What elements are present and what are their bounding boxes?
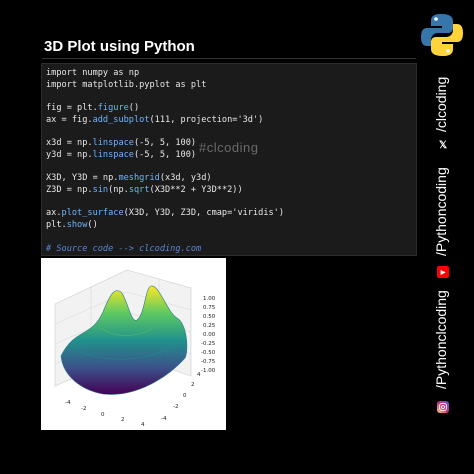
code-line: import matplotlib.pyplot as plt — [46, 79, 207, 90]
y-tick: -4 — [161, 416, 167, 422]
code-line: y3d = np.linspace(-5, 5, 100) — [46, 149, 197, 160]
code-line: X3D, Y3D = np.meshgrid(x3d, y3d) — [46, 173, 212, 184]
watermark: #clcoding — [199, 140, 259, 155]
z-tick: -0.75 — [201, 359, 216, 365]
x-tick: 4 — [141, 422, 145, 428]
z-tick: 0.50 — [203, 314, 216, 320]
page-title: 3D Plot using Python — [44, 38, 195, 55]
code-line: fig = plt.figure() — [46, 103, 140, 114]
z-tick: -1.00 — [201, 368, 216, 374]
y-tick: 4 — [197, 372, 201, 378]
code-comment: # Source code --> clcoding.com — [46, 243, 202, 254]
code-line: import numpy as np — [46, 68, 140, 78]
z-tick: 0.75 — [203, 305, 216, 311]
instagram-icon — [437, 401, 449, 413]
code-line: Z3D = np.sin(np.sqrt(X3D**2 + Y3D**2)) — [46, 185, 243, 196]
x-logo-icon: 𝕏 — [438, 139, 448, 151]
surface-plot-svg: 1.00 0.75 0.50 0.25 0.00 -0.25 -0.50 -0.… — [54, 269, 216, 428]
code-line: ax.plot_surface(X3D, Y3D, Z3D, cmap='vir… — [46, 208, 285, 219]
surface-plot-image: 1.00 0.75 0.50 0.25 0.00 -0.25 -0.50 -0.… — [41, 258, 226, 430]
x-handle: /clcoding — [433, 76, 449, 132]
code-block: import numpy as np import matplotlib.pyp… — [41, 63, 417, 256]
z-tick: 0.00 — [203, 332, 216, 338]
code-line: ax = fig.add_subplot(111, projection='3d… — [46, 114, 264, 125]
y-tick: -2 — [173, 404, 178, 410]
python-logo-icon — [421, 14, 463, 56]
z-tick: 1.00 — [203, 296, 216, 302]
youtube-icon: ▶ — [437, 266, 449, 278]
x-tick: -2 — [81, 406, 86, 412]
code-line: plt.show() — [46, 220, 98, 231]
code-line: x3d = np.linspace(-5, 5, 100) — [46, 138, 197, 149]
x-tick: 0 — [101, 412, 105, 418]
z-tick: -0.50 — [201, 350, 216, 356]
x-tick: 2 — [121, 417, 125, 423]
youtube-handle: /Pythoncoding — [433, 167, 449, 256]
z-tick: -0.25 — [201, 341, 216, 347]
x-tick: -4 — [65, 400, 71, 406]
z-tick: 0.25 — [203, 323, 216, 329]
y-tick: 0 — [183, 393, 187, 399]
code-text: import numpy as np import matplotlib.pyp… — [46, 68, 284, 255]
title-divider — [42, 58, 416, 59]
y-tick: 2 — [191, 382, 195, 388]
instagram-handle: /Pythonclcoding — [433, 290, 449, 389]
